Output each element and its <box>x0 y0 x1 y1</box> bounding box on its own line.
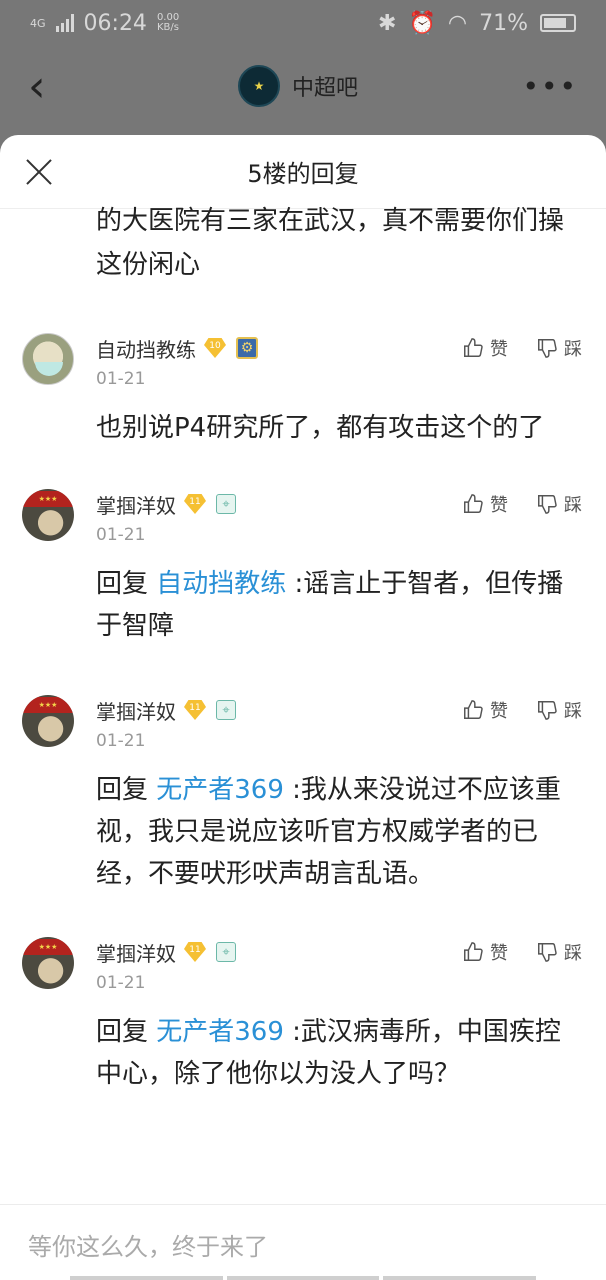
member-badge-icon: ⌖ <box>216 942 236 962</box>
back-arrow-icon[interactable]: ‹ <box>28 61 68 112</box>
close-icon[interactable] <box>24 157 54 187</box>
reply-sheet: 5楼的回复 的大医院有三家在武汉，真不需要你们操这份闲心 自动挡教练 10 ⚙ … <box>0 135 606 1280</box>
battery-icon <box>540 14 576 32</box>
reply-date: 01-21 <box>96 973 146 993</box>
thumb-down-icon <box>538 495 557 514</box>
alarm-icon: ⏰ <box>408 10 436 36</box>
like-button[interactable]: 赞 <box>462 697 508 723</box>
reply-date: 01-21 <box>96 525 146 545</box>
dislike-button[interactable]: 踩 <box>536 335 582 361</box>
wifi-icon: ◠ <box>447 10 468 36</box>
reply-text: 回复 无产者369 :我从来没说过不应该重视，我只是说应该听官方权威学者的已经，… <box>96 775 561 889</box>
username[interactable]: 掌掴洋奴 <box>96 490 176 519</box>
dislike-button[interactable]: 踩 <box>536 939 582 965</box>
thumb-down-icon <box>538 701 557 720</box>
clock: 06:24 <box>83 10 147 36</box>
thumb-up-icon <box>464 942 483 961</box>
list-item: ★★★ 掌掴洋奴 11 ⌖ 赞 踩 01-21 回复 无产者369 :我从来没说… <box>0 695 606 895</box>
gear-badge-icon: ⚙ <box>236 337 258 359</box>
thumb-down-icon <box>538 943 557 962</box>
continued-post-text: 的大医院有三家在武汉，真不需要你们操这份闲心 <box>96 206 565 280</box>
network-label: 4G <box>30 16 46 30</box>
mention-link[interactable]: 无产者369 <box>156 1017 284 1047</box>
member-badge-icon: ⌖ <box>216 494 236 514</box>
reply-date: 01-21 <box>96 731 146 751</box>
reply-list: 的大医院有三家在武汉，真不需要你们操这份闲心 自动挡教练 10 ⚙ 赞 踩 01… <box>0 206 606 1095</box>
level-badge-icon: 11 <box>184 700 206 720</box>
thumb-down-icon <box>538 339 557 358</box>
forum-name: 中超吧 <box>292 76 359 101</box>
username[interactable]: 掌掴洋奴 <box>96 696 176 725</box>
sheet-header: 5楼的回复 <box>0 135 606 209</box>
forum-info[interactable]: ★ 中超吧 <box>238 65 358 107</box>
avatar[interactable]: ★★★ <box>22 937 74 989</box>
dislike-button[interactable]: 踩 <box>536 697 582 723</box>
username[interactable]: 掌掴洋奴 <box>96 938 176 967</box>
forum-avatar: ★ <box>238 65 280 107</box>
avatar[interactable] <box>22 333 74 385</box>
net-speed: 0.00 KB/s <box>156 12 180 33</box>
list-item: ★★★ 掌掴洋奴 11 ⌖ 赞 踩 01-21 回复 无产者369 :武汉病毒所… <box>0 937 606 1095</box>
thumb-up-icon <box>464 338 483 357</box>
forum-header: ‹ ★ 中超吧 ••• <box>0 46 606 126</box>
like-button[interactable]: 赞 <box>462 335 508 361</box>
signal-icon <box>55 14 74 32</box>
reply-input-placeholder: 等你这么久，终于来了 <box>28 1233 268 1261</box>
more-menu-icon[interactable]: ••• <box>522 70 578 103</box>
username[interactable]: 自动挡教练 <box>96 334 196 363</box>
list-item: 自动挡教练 10 ⚙ 赞 踩 01-21 也别说P4研究所了，都有攻击这个的了 <box>0 333 606 449</box>
thumb-up-icon <box>464 700 483 719</box>
like-button[interactable]: 赞 <box>462 939 508 965</box>
reply-date: 01-21 <box>96 369 146 389</box>
level-badge-icon: 11 <box>184 942 206 962</box>
reply-input[interactable]: 等你这么久，终于来了 <box>0 1204 606 1280</box>
level-badge-icon: 11 <box>184 494 206 514</box>
mention-link[interactable]: 自动挡教练 <box>156 569 286 599</box>
level-badge-icon: 10 <box>204 338 226 358</box>
reply-text: 回复 无产者369 :武汉病毒所，中国疾控中心，除了他你以为没人了吗？ <box>96 1017 561 1089</box>
dislike-button[interactable]: 踩 <box>536 491 582 517</box>
reply-text: 也别说P4研究所了，都有攻击这个的了 <box>96 413 545 443</box>
reply-text: 回复 自动挡教练 :谣言止于智者，但传播于智障 <box>96 569 564 641</box>
list-item: ★★★ 掌掴洋奴 11 ⌖ 赞 踩 01-21 回复 自动挡教练 :谣言止于智者… <box>0 489 606 647</box>
gesture-bar <box>70 1276 537 1280</box>
bluetooth-icon: ✱ <box>378 10 397 36</box>
member-badge-icon: ⌖ <box>216 700 236 720</box>
like-button[interactable]: 赞 <box>462 491 508 517</box>
avatar[interactable]: ★★★ <box>22 695 74 747</box>
avatar[interactable]: ★★★ <box>22 489 74 541</box>
mention-link[interactable]: 无产者369 <box>156 775 284 805</box>
thumb-up-icon <box>464 494 483 513</box>
status-bar: 4G 06:24 0.00 KB/s ✱ ⏰ ◠ 71% <box>0 0 606 46</box>
sheet-title: 5楼的回复 <box>247 160 359 188</box>
battery-percent: 71% <box>479 10 528 36</box>
